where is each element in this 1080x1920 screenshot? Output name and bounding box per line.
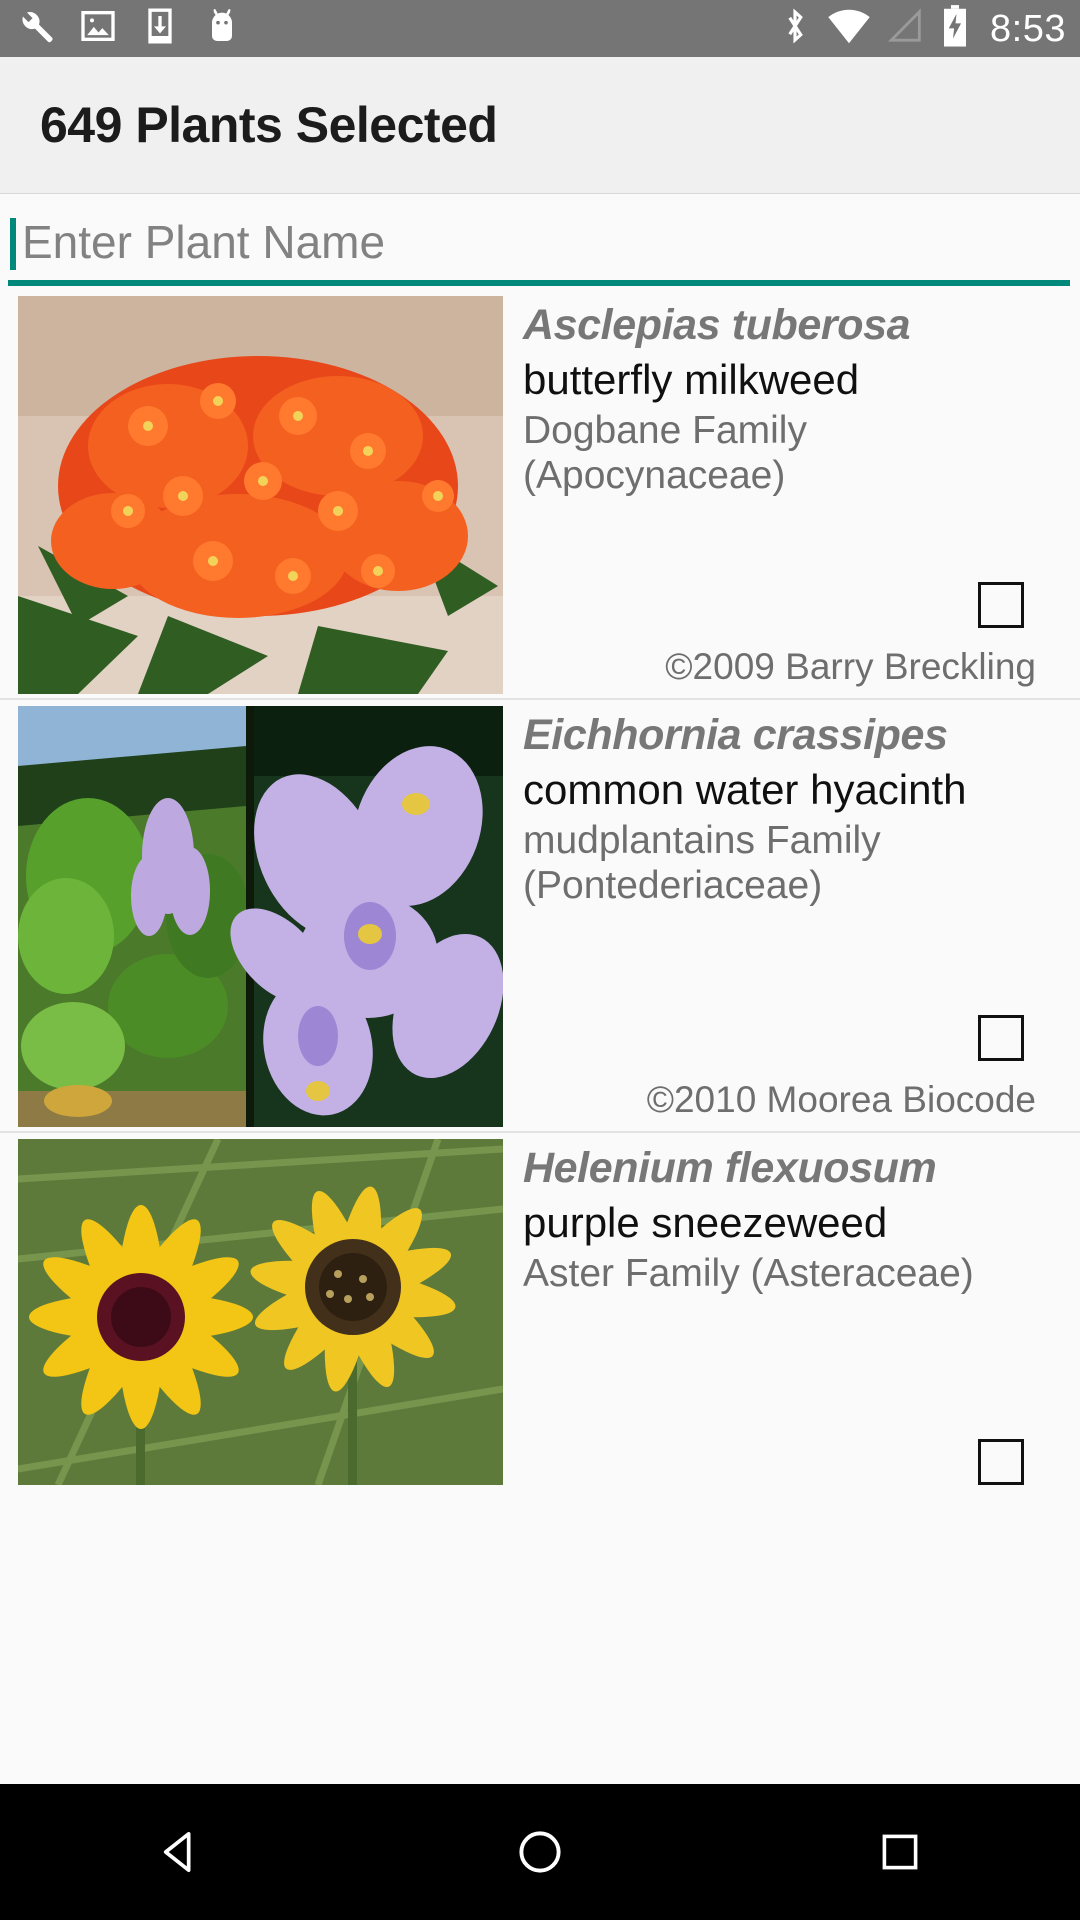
back-button[interactable]	[100, 1784, 260, 1920]
checkbox-row	[523, 582, 1058, 628]
common-name: common water hyacinth	[523, 766, 967, 814]
plant-family: Dogbane Family (Apocynaceae)	[523, 409, 807, 498]
plant-family: Aster Family (Asteraceae)	[523, 1252, 974, 1296]
table-row[interactable]: Eichhornia crassipes common water hyacin…	[0, 700, 1080, 1133]
plant-info: Eichhornia crassipes common water hyacin…	[503, 700, 1080, 1131]
plant-info: Helenium flexuosum purple sneezeweed Ast…	[503, 1133, 1080, 1485]
home-button[interactable]	[460, 1784, 620, 1920]
select-plant-checkbox[interactable]	[978, 582, 1024, 628]
plant-info: Asclepias tuberosa butterfly milkweed Do…	[503, 290, 1080, 698]
checkbox-row	[523, 1439, 1058, 1485]
status-bar-right-icons: 8:53	[778, 4, 1066, 53]
search-input[interactable]	[22, 215, 902, 269]
select-plant-checkbox[interactable]	[978, 1015, 1024, 1061]
wrench-icon	[14, 5, 56, 52]
photo-credit: ©2009 Barry Breckling	[665, 646, 1036, 687]
status-bar: 8:53	[0, 0, 1080, 57]
plant-thumbnail[interactable]	[18, 706, 503, 1127]
cellular-signal-icon	[886, 6, 926, 51]
plant-family: mudplantains Family (Pontederiaceae)	[523, 819, 881, 908]
android-icon	[202, 6, 242, 51]
status-bar-clock: 8:53	[990, 7, 1066, 50]
table-row[interactable]: Asclepias tuberosa butterfly milkweed Do…	[0, 290, 1080, 700]
battery-charging-icon	[940, 4, 970, 53]
system-navigation-bar	[0, 1784, 1080, 1920]
search-field-container[interactable]	[0, 194, 1080, 290]
search-underline	[8, 280, 1070, 286]
download-icon	[140, 6, 180, 51]
recents-button[interactable]	[820, 1784, 980, 1920]
photo-credit: ©2010 Moorea Biocode	[646, 1079, 1036, 1120]
select-plant-checkbox[interactable]	[978, 1439, 1024, 1485]
plant-thumbnail[interactable]	[18, 1139, 503, 1485]
scientific-name: Asclepias tuberosa	[523, 301, 911, 349]
image-icon	[78, 6, 118, 51]
app-screen: 8:53 649 Plants Selected Enter Plant Nam…	[0, 0, 1080, 1920]
plant-thumbnail[interactable]	[18, 296, 503, 694]
wifi-icon	[826, 6, 872, 51]
table-row[interactable]: Helenium flexuosum purple sneezeweed Ast…	[0, 1133, 1080, 1485]
checkbox-row	[523, 1015, 1058, 1061]
plant-list: Asclepias tuberosa butterfly milkweed Do…	[0, 290, 1080, 1485]
scientific-name: Helenium flexuosum	[523, 1144, 937, 1192]
scientific-name: Eichhornia crassipes	[523, 711, 948, 759]
common-name: butterfly milkweed	[523, 356, 860, 404]
status-bar-left-icons	[14, 5, 242, 52]
page-title: 649 Plants Selected	[40, 97, 498, 153]
app-bar: 649 Plants Selected	[0, 57, 1080, 194]
common-name: purple sneezeweed	[523, 1199, 888, 1247]
text-cursor	[10, 218, 16, 270]
bluetooth-icon	[778, 5, 812, 52]
